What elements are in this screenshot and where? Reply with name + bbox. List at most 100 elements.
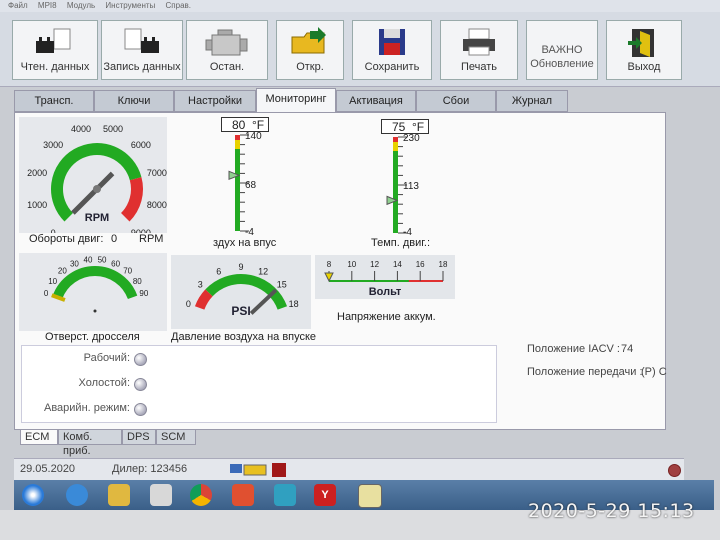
open-button[interactable]: Откр. — [276, 20, 344, 80]
floppy-icon — [379, 29, 405, 55]
rpm-tick-label: 7000 — [147, 168, 167, 178]
connection-icons — [230, 463, 286, 477]
boost-needle — [249, 288, 278, 315]
photo-timestamp: 2020-5-29 15:13 — [528, 500, 695, 522]
rpm-value-unit: RPM — [139, 233, 164, 245]
read-data-icon — [36, 28, 71, 53]
chrome-icon[interactable] — [190, 484, 212, 506]
throttle-tick-label: 40 — [84, 255, 93, 264]
coolant-temp-bar-danger — [393, 137, 398, 142]
volt-tick-label: 18 — [439, 260, 448, 269]
rpm-unit: RPM — [85, 212, 109, 224]
working-indicator — [134, 353, 147, 366]
tab-faults[interactable]: Сбои — [416, 90, 496, 112]
menu-mpi8[interactable]: MPI8 — [38, 1, 57, 10]
menu-tools[interactable]: Инструменты — [105, 1, 155, 10]
volt-tick-label: 16 — [416, 260, 425, 269]
tab-activation[interactable]: Активация — [336, 90, 416, 112]
rpm-gauge-dial: 01000200030004000 50006000700080009000 RP… — [27, 124, 167, 238]
iacv-value: 74 — [621, 343, 634, 355]
start-icon[interactable] — [22, 484, 44, 506]
menu-file[interactable]: Файл — [8, 1, 28, 10]
volt-gauge-scale: 8 10 12 14 16 18 Вольт — [324, 260, 448, 298]
tab-keys[interactable]: Ключи — [94, 90, 174, 112]
toolbar: Чтен. данных Запись данных Остан. Откр. — [0, 12, 720, 87]
rpm-tick-label: 6000 — [131, 140, 151, 150]
boost-label: Давление воздуха на впуске — [171, 331, 317, 343]
intake-temp-label: здух на впус — [213, 237, 277, 249]
important-update-button[interactable]: ВАЖНО Обновление — [526, 20, 598, 80]
volt-label: Напряжение аккум. — [337, 311, 436, 323]
save-button[interactable]: Сохранить — [352, 20, 432, 80]
print-label: Печать — [460, 61, 498, 73]
exit-button[interactable]: Выход — [606, 20, 682, 80]
boost-tick-label: 0 — [186, 299, 191, 309]
boost-tick-label: 9 — [238, 262, 243, 272]
throttle-label: Отверст. дросселя — [45, 331, 140, 343]
read-data-label: Чтен. данных — [20, 61, 90, 73]
boost-tick-label: 15 — [277, 280, 287, 290]
boost-tick-label: 6 — [216, 267, 221, 277]
boost-gauge-dial: 03 6 9 12 1518 PSI — [186, 262, 299, 318]
record-data-icon — [124, 28, 159, 53]
folder-task-icon[interactable] — [108, 484, 130, 506]
tab-scm[interactable]: SCM — [156, 429, 196, 445]
status-dealer: Дилер: 123456 — [112, 463, 188, 475]
rpm-tick-label: 5000 — [103, 124, 123, 134]
intake-temp-readout: 80 °F — [221, 117, 269, 132]
diag-app-icon[interactable] — [358, 484, 382, 508]
coolant-temp-value: 75 — [392, 120, 406, 134]
save-label: Сохранить — [364, 61, 420, 73]
exit-door-icon — [628, 29, 654, 57]
status-light — [668, 464, 681, 477]
rpm-needle — [71, 171, 115, 215]
throttle-tick-label: 90 — [139, 289, 148, 298]
rpm-label: Обороты двиг: — [29, 233, 104, 245]
volt-unit: Вольт — [369, 286, 402, 298]
tab-ecm[interactable]: ECM — [20, 429, 58, 445]
menu-module[interactable]: Модуль — [67, 1, 95, 10]
record-data-label: Запись данных — [103, 61, 181, 73]
stop-label: Остан. — [209, 61, 245, 73]
boost-gauge: 0 3 6 9 12 15 18 PSI — [171, 255, 311, 329]
ie-icon[interactable] — [66, 484, 88, 506]
home-icon[interactable] — [274, 484, 296, 506]
tab-transport[interactable]: Трансп. — [14, 90, 94, 112]
tab-log[interactable]: Журнал — [496, 90, 568, 112]
throttle-tick-label: 10 — [48, 277, 57, 286]
working-label: Рабочий: — [83, 352, 130, 364]
main-tabs: Трансп. Ключи Настройки Мониторинг Актив… — [14, 88, 704, 114]
rpm-tick-label: 4000 — [71, 124, 91, 134]
coolant-temp-mid: 113 — [403, 181, 419, 192]
status-bar: 29.05.2020 Дилер: 123456 — [14, 458, 684, 481]
volt-tick-label: 10 — [347, 260, 356, 269]
tab-combi[interactable]: Комб. приб. — [58, 429, 122, 457]
intake-temp-value: 80 — [232, 118, 246, 132]
print-button[interactable]: Печать — [440, 20, 518, 80]
record-data-button[interactable]: Запись данных — [101, 20, 183, 80]
throttle-gauge-dial: 0 102030 40 50 607080 90 — [44, 255, 149, 313]
menu-bar: Файл MPI8 Модуль Инструменты Справ. — [0, 0, 720, 12]
app-task-icon[interactable] — [150, 484, 172, 506]
gallery-icon[interactable] — [232, 484, 254, 506]
intake-temp-max: 140 — [245, 131, 262, 142]
read-data-button[interactable]: Чтен. данных — [12, 20, 98, 80]
coolant-temp-max: 230 — [403, 133, 420, 144]
yandex-icon[interactable]: Y — [314, 484, 336, 506]
status-date: 29.05.2020 — [20, 463, 76, 475]
menu-help[interactable]: Справ. — [166, 1, 191, 10]
intake-temp-mid: 68 — [245, 180, 257, 191]
tab-dps[interactable]: DPS — [122, 429, 156, 445]
rpm-tick-label: 2000 — [27, 168, 47, 178]
tab-settings[interactable]: Настройки — [174, 90, 256, 112]
tab-monitoring[interactable]: Мониторинг — [256, 88, 336, 114]
boost-tick-label: 12 — [258, 267, 268, 277]
boost-tick-label: 18 — [289, 299, 299, 309]
volt-tick-label: 12 — [370, 260, 379, 269]
boost-unit: PSI — [231, 304, 250, 318]
monitoring-panel: 0 1000 2000 3000 4000 5000 6000 7000 8000 90 0 0 RP… — [14, 112, 667, 430]
stop-button[interactable]: Остан. — [186, 20, 268, 80]
rpm-value: 0 — [111, 233, 118, 245]
intake-temp-bar-fill — [235, 135, 240, 231]
rpm-tick-label: 1000 — [27, 200, 47, 210]
